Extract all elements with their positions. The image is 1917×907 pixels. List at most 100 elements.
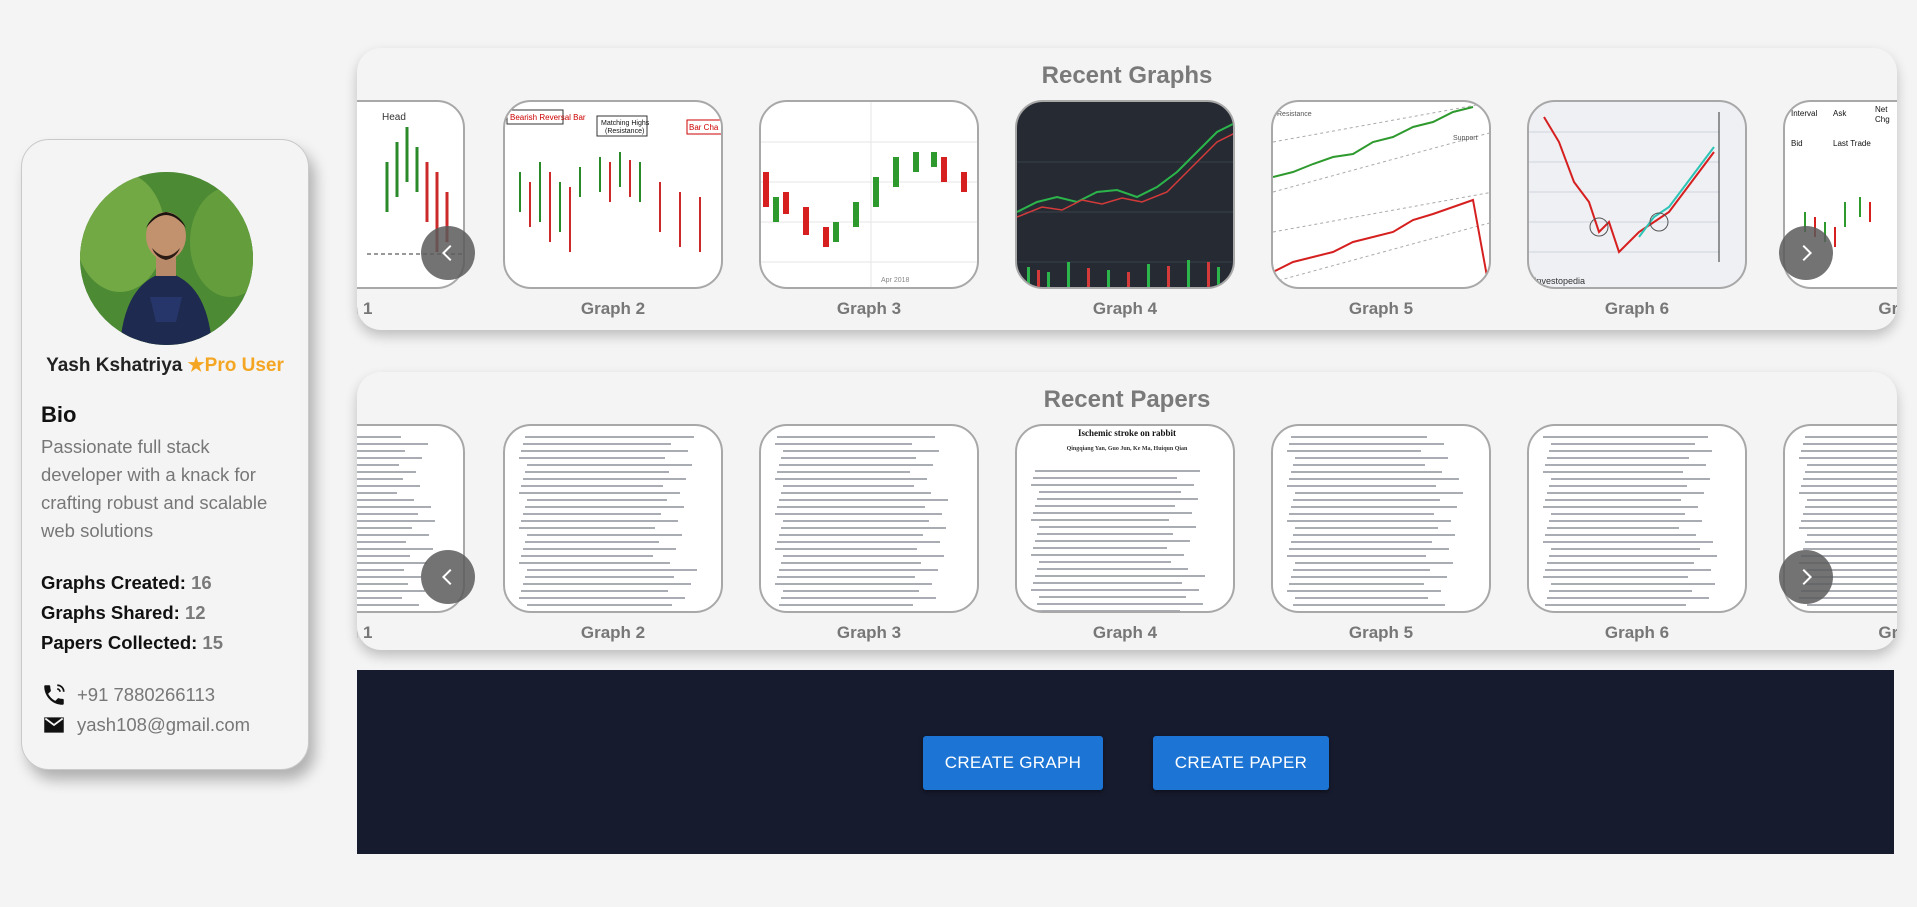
paper-label: Gra — [1878, 623, 1897, 642]
paper-card[interactable] — [759, 424, 979, 613]
paper-text-line — [1293, 569, 1430, 571]
paper-text-line — [1287, 590, 1441, 592]
mail-icon — [44, 717, 64, 733]
paper-text-line — [1033, 547, 1167, 549]
graph-card[interactable]: Apr 2018 — [759, 100, 979, 289]
svg-text:Bearish Reversal Bar: Bearish Reversal Bar — [510, 113, 586, 122]
paper-text-line — [1291, 506, 1457, 508]
graph-label: ph 1 — [357, 299, 373, 318]
paper-thumbnail — [1273, 426, 1489, 611]
paper-text-line — [357, 583, 408, 585]
paper-text-line — [1293, 534, 1455, 536]
paper-text-line — [1549, 485, 1687, 487]
paper-text-line — [357, 569, 404, 571]
paper-text-line — [523, 513, 661, 515]
graph-label: Graph 5 — [1348, 299, 1414, 318]
paper-text-line — [1807, 499, 1897, 501]
paper-text-line — [1295, 457, 1448, 459]
svg-text:Last Trade: Last Trade — [1833, 139, 1871, 148]
paper-card[interactable] — [1271, 424, 1491, 613]
paper-text-line — [1543, 436, 1708, 438]
paper-text-line — [1037, 533, 1173, 535]
recent-graphs-panel: Recent Graphs Head ph 1 Bearish Reversal… — [357, 48, 1897, 330]
paper-text-line — [1289, 513, 1434, 515]
create-paper-button[interactable]: CREATE PAPER — [1153, 736, 1329, 790]
paper-label: Graph 5 — [1348, 623, 1414, 642]
paper-text-line — [1545, 604, 1686, 606]
paper-text-line — [1295, 527, 1438, 529]
graph-card[interactable]: Bearish Reversal Bar Matching Highs (Res… — [503, 100, 723, 289]
paper-text-line — [527, 604, 672, 606]
paper-text-line — [1291, 576, 1447, 578]
graphs-next-button[interactable] — [1779, 226, 1833, 280]
phone-icon — [44, 684, 65, 705]
email-row: yash108@gmail.com — [41, 710, 250, 740]
paper-text-line — [1551, 548, 1700, 550]
paper-text-line — [775, 443, 912, 445]
paper-text-line — [783, 450, 939, 452]
paper-text-line — [1291, 436, 1427, 438]
paper-text-line — [357, 604, 419, 606]
paper-text-line — [1289, 478, 1459, 480]
stat-label: Graphs Shared: — [41, 602, 180, 623]
paper-text-line — [525, 506, 684, 508]
paper-text-line — [357, 478, 403, 480]
paper-text-line — [775, 548, 917, 550]
email-address[interactable]: yash108@gmail.com — [77, 710, 250, 740]
graph-card[interactable] — [1015, 100, 1235, 289]
paper-text-line — [519, 597, 685, 599]
paper-text-line — [357, 485, 420, 487]
paper-card[interactable] — [503, 424, 723, 613]
svg-text:Interval: Interval — [1791, 109, 1817, 118]
paper-text-line — [779, 569, 938, 571]
paper-text-line — [1035, 540, 1190, 542]
paper-text-line — [521, 555, 653, 557]
paper-text-line — [1293, 604, 1445, 606]
paper-text-line — [1547, 562, 1694, 564]
paper-text-line — [525, 471, 669, 473]
paper-text-line — [525, 576, 674, 578]
profile-card: Yash Kshatriya ★Pro User Bio Passionate … — [21, 139, 309, 770]
paper-text-line — [1549, 520, 1702, 522]
paper-text-line — [1039, 561, 1171, 563]
phone-number[interactable]: +91 7880266113 — [77, 680, 215, 710]
paper-text-line — [1295, 597, 1428, 599]
paper-text-line — [1031, 484, 1194, 486]
stat-label: Papers Collected: — [41, 632, 198, 653]
paper-card[interactable]: Ischemic stroke on rabbit Qingqiang Yan,… — [1015, 424, 1235, 613]
papers-next-button[interactable] — [1779, 550, 1833, 604]
graphs-prev-button[interactable] — [421, 226, 475, 280]
paper-text-line — [1035, 575, 1205, 577]
paper-text-line — [1551, 513, 1685, 515]
paper-text-line — [1551, 443, 1695, 445]
paper-text-line — [1037, 498, 1198, 500]
paper-text-line — [357, 471, 416, 473]
paper-text-line — [521, 485, 663, 487]
paper-text-line — [1545, 569, 1711, 571]
paper-text-line — [779, 464, 933, 466]
papers-prev-button[interactable] — [421, 550, 475, 604]
paper-text-line — [523, 443, 671, 445]
paper-text-line — [777, 471, 910, 473]
paper-text-line — [1805, 471, 1897, 473]
paper-text-line — [357, 548, 433, 550]
svg-text:Apr 2018: Apr 2018 — [881, 277, 910, 284]
paper-card[interactable] — [1527, 424, 1747, 613]
svg-text:Resistance: Resistance — [1277, 111, 1312, 118]
paper-text-line — [775, 478, 927, 480]
paper-text-line — [527, 499, 667, 501]
paper-label: Graph 3 — [836, 623, 902, 642]
graph-card[interactable]: Investopedia — [1527, 100, 1747, 289]
paper-text-line — [521, 590, 668, 592]
user-name-row: Yash Kshatriya ★Pro User — [22, 354, 308, 377]
paper-text-line — [1803, 513, 1897, 515]
paper-text-line — [779, 604, 913, 606]
paper-text-line — [779, 499, 948, 501]
paper-text-line — [1799, 492, 1897, 494]
paper-text-line — [1807, 534, 1897, 536]
graph-card[interactable]: Support Resistance — [1271, 100, 1491, 289]
paper-text-line — [1287, 485, 1436, 487]
recent-papers-title: Recent Papers — [1043, 386, 1211, 413]
create-graph-button[interactable]: CREATE GRAPH — [923, 736, 1103, 790]
paper-text-line — [1549, 450, 1712, 452]
